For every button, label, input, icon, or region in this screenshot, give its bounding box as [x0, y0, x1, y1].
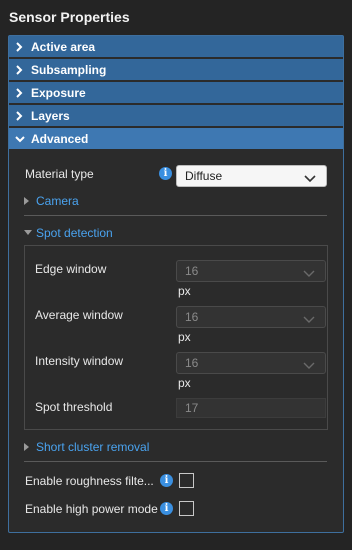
enable-high-power-mode-label: Enable high power mode [25, 502, 158, 516]
short-cluster-removal-expander[interactable]: Short cluster removal [24, 440, 149, 454]
section-label: Exposure [31, 85, 86, 100]
section-label: Layers [31, 108, 70, 123]
edge-window-select[interactable]: 16 [176, 260, 326, 282]
material-type-value: Diffuse [185, 169, 223, 183]
section-active-area[interactable]: Active area [9, 36, 343, 57]
caret-down-icon [303, 359, 315, 373]
divider [24, 461, 327, 462]
triangle-down-icon [24, 230, 36, 236]
properties-frame: Active area Subsampling Exposure Layers … [8, 35, 344, 533]
section-label: Advanced [31, 131, 89, 146]
average-window-unit: px [178, 330, 191, 344]
spot-detection-label: Spot detection [36, 226, 113, 240]
camera-expander[interactable]: Camera [24, 194, 79, 208]
edge-window-unit: px [178, 284, 191, 298]
edge-window-label: Edge window [35, 262, 107, 276]
info-icon[interactable]: i [159, 167, 172, 180]
spot-threshold-label: Spot threshold [35, 400, 113, 414]
triangle-right-icon [24, 443, 36, 451]
caret-down-icon [303, 267, 315, 281]
chevron-right-icon [15, 87, 31, 98]
info-icon[interactable]: i [160, 474, 173, 487]
advanced-content: Material type i Diffuse Camera Spot dete… [9, 152, 343, 532]
material-type-select[interactable]: Diffuse [176, 165, 327, 187]
chevron-right-icon [15, 110, 31, 121]
short-cluster-removal-label: Short cluster removal [36, 440, 150, 454]
average-window-select[interactable]: 16 [176, 306, 326, 328]
section-label: Subsampling [31, 62, 107, 77]
camera-label: Camera [36, 194, 79, 208]
intensity-window-unit: px [178, 376, 191, 390]
spot-detection-expander[interactable]: Spot detection [24, 226, 113, 240]
average-window-label: Average window [35, 308, 123, 322]
enable-high-power-mode-checkbox[interactable] [179, 501, 194, 516]
info-icon[interactable]: i [160, 502, 173, 515]
section-layers[interactable]: Layers [9, 105, 343, 126]
average-window-value: 16 [185, 310, 199, 324]
chevron-right-icon [15, 64, 31, 75]
chevron-down-icon [15, 135, 31, 143]
section-advanced[interactable]: Advanced [9, 128, 343, 149]
section-label: Active area [31, 39, 96, 54]
chevron-right-icon [15, 41, 31, 52]
material-type-label: Material type [25, 167, 94, 181]
spot-threshold-input[interactable]: 17 [176, 398, 326, 418]
caret-down-icon [303, 313, 315, 327]
triangle-right-icon [24, 197, 36, 205]
divider [24, 215, 327, 216]
intensity-window-value: 16 [185, 356, 199, 370]
panel-title: Sensor Properties [9, 9, 130, 25]
spot-threshold-value: 17 [185, 401, 199, 415]
intensity-window-select[interactable]: 16 [176, 352, 326, 374]
caret-down-icon [304, 172, 316, 186]
enable-roughness-filter-checkbox[interactable] [179, 473, 194, 488]
section-subsampling[interactable]: Subsampling [9, 59, 343, 80]
enable-roughness-filter-label: Enable roughness filte... [25, 474, 154, 488]
edge-window-value: 16 [185, 264, 199, 278]
intensity-window-label: Intensity window [35, 354, 124, 368]
spot-detection-box: Edge window 16 px Average window 16 px I… [24, 245, 328, 430]
section-exposure[interactable]: Exposure [9, 82, 343, 103]
